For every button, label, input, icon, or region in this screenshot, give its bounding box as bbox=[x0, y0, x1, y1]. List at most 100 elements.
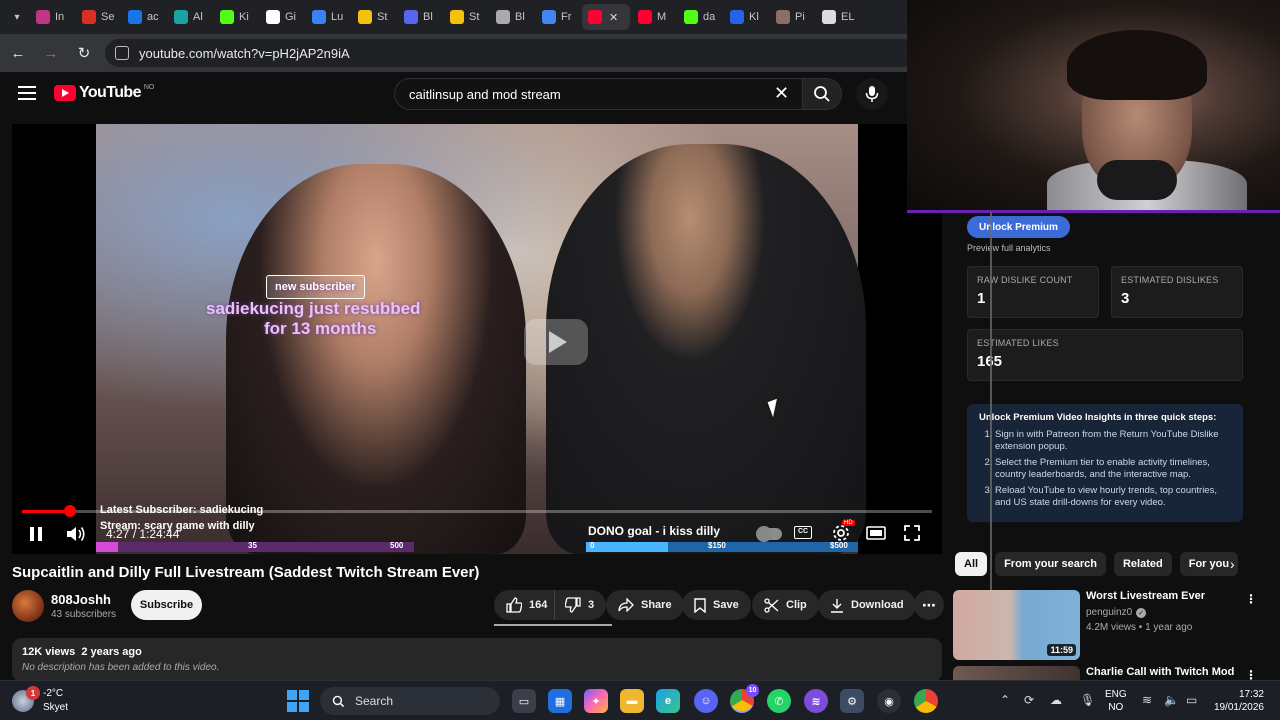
address-bar[interactable]: youtube.com/watch?v=pH2jAP2n9iA bbox=[105, 39, 907, 67]
video-player[interactable]: new subscriber sadiekucing just resubbed… bbox=[12, 124, 942, 554]
raw-dislike-value: 1 bbox=[977, 290, 986, 307]
youtube-logo[interactable]: YouTube NO bbox=[54, 84, 154, 102]
forward-button[interactable]: → bbox=[36, 38, 66, 68]
browser-tab[interactable]: Gi bbox=[260, 4, 304, 30]
instagram-icon bbox=[36, 10, 50, 24]
unlock-premium-button[interactable]: Unlock Premium bbox=[967, 216, 1070, 238]
video-thumbnail[interactable] bbox=[953, 666, 1080, 680]
estimated-dislikes-label: ESTIMATED DISLIKES bbox=[1121, 275, 1219, 285]
mic-icon[interactable]: 🎙 bbox=[1080, 693, 1095, 707]
recommended-title[interactable]: Charlie Call with Twitch Mod bbox=[1086, 666, 1234, 678]
browser-tab[interactable]: M bbox=[632, 4, 676, 30]
menu-icon[interactable] bbox=[18, 86, 36, 100]
search-input[interactable]: caitlinsup and mod stream bbox=[394, 78, 802, 110]
recommended-video[interactable]: Charlie Call with Twitch Mod ⋮ bbox=[953, 666, 1253, 680]
messenger-icon[interactable]: ≋ bbox=[804, 689, 828, 713]
chevron-right-icon[interactable]: › bbox=[1230, 556, 1235, 572]
browser-tab[interactable]: Lu bbox=[306, 4, 350, 30]
preview-analytics-label: Preview full analytics bbox=[967, 243, 1051, 253]
browser-tab[interactable]: Al bbox=[168, 4, 212, 30]
file-explorer-icon[interactable]: ▬ bbox=[620, 689, 644, 713]
browser-tab[interactable]: Pi bbox=[770, 4, 814, 30]
subscribe-button[interactable]: Subscribe bbox=[131, 590, 202, 620]
browser-tab[interactable]: ac bbox=[122, 4, 166, 30]
browser-tab[interactable]: Ki bbox=[214, 4, 258, 30]
chrome-icon[interactable]: 10 bbox=[730, 684, 759, 713]
chevron-up-icon[interactable]: ⌃ bbox=[1000, 693, 1010, 707]
clear-search-icon[interactable]: ✕ bbox=[774, 84, 789, 102]
save-button[interactable]: Save bbox=[682, 590, 751, 620]
pause-icon[interactable] bbox=[30, 527, 42, 541]
download-button[interactable]: Download bbox=[818, 590, 916, 620]
autoplay-toggle[interactable] bbox=[756, 526, 782, 542]
more-vert-icon[interactable]: ⋮ bbox=[1245, 592, 1257, 606]
more-actions-button[interactable]: ⋯ bbox=[914, 590, 944, 620]
taskbar-search-label: Search bbox=[355, 694, 394, 708]
channel-avatar[interactable] bbox=[12, 590, 44, 622]
dislike-button[interactable]: 3 bbox=[554, 590, 607, 620]
share-button[interactable]: Share bbox=[606, 590, 684, 620]
back-button[interactable]: ← bbox=[3, 38, 33, 68]
wifi-icon[interactable]: ≋ bbox=[1142, 693, 1152, 707]
clip-button[interactable]: Clip bbox=[752, 590, 819, 620]
more-vert-icon[interactable]: ⋮ bbox=[1245, 668, 1253, 680]
seek-bar[interactable] bbox=[22, 505, 932, 517]
estimated-likes-value: 165 bbox=[977, 353, 1233, 370]
recommended-video[interactable]: 11:59 Worst Livestream Ever penguinz0 ✓ … bbox=[953, 590, 1257, 662]
browser-tab[interactable]: ✕ bbox=[582, 4, 630, 30]
browser-tab[interactable]: da bbox=[678, 4, 722, 30]
browser-tab-label: St bbox=[469, 11, 480, 23]
voice-search-button[interactable] bbox=[856, 78, 888, 110]
recommended-title[interactable]: Worst Livestream Ever bbox=[1086, 590, 1205, 602]
settings-gear-icon[interactable]: ⚙ bbox=[840, 689, 864, 713]
system-clock[interactable]: 17:32 19/01/2026 bbox=[1212, 688, 1264, 714]
chip-related[interactable]: Related bbox=[1113, 552, 1172, 576]
site-info-icon[interactable] bbox=[115, 46, 129, 60]
browser-tab[interactable]: Bl bbox=[398, 4, 442, 30]
battery-icon[interactable]: ▭ bbox=[1186, 693, 1197, 707]
browser-tab[interactable]: EL bbox=[816, 4, 860, 30]
settings-gear-icon[interactable] bbox=[832, 524, 850, 542]
taskbar-search[interactable]: Search bbox=[320, 687, 500, 715]
chip-all[interactable]: All bbox=[955, 552, 988, 576]
chrome-profile-icon[interactable] bbox=[914, 689, 938, 713]
speaker-icon[interactable]: 🔈 bbox=[1164, 693, 1179, 707]
recommended-channel[interactable]: penguinz0 ✓ bbox=[1086, 607, 1147, 618]
tab-search-button[interactable]: ▾ bbox=[6, 6, 28, 28]
browser-tab[interactable]: Kl bbox=[724, 4, 768, 30]
description-box[interactable]: 12K views 2 years ago No description has… bbox=[12, 638, 942, 682]
copilot-icon[interactable]: ✦ bbox=[584, 689, 608, 713]
like-button[interactable]: 164 bbox=[494, 590, 558, 620]
new-subscriber-label: new subscriber bbox=[266, 275, 365, 299]
captions-button[interactable]: CC bbox=[794, 526, 812, 539]
language-indicator[interactable]: ENG NO bbox=[1105, 688, 1127, 714]
browser-tab[interactable]: Bl bbox=[490, 4, 534, 30]
chip-from-your-search[interactable]: From your search bbox=[995, 552, 1106, 576]
obs-icon[interactable]: ◉ bbox=[877, 689, 901, 713]
discord-icon[interactable]: ☺ bbox=[694, 689, 718, 713]
miniplayer-icon[interactable] bbox=[866, 526, 886, 540]
browser-tab[interactable]: Fr bbox=[536, 4, 580, 30]
sync-icon[interactable]: ⟳ bbox=[1024, 693, 1034, 707]
reload-button[interactable]: ↻ bbox=[69, 38, 99, 68]
weather-widget[interactable]: 1 -2°C Skyet bbox=[12, 686, 102, 716]
fullscreen-icon[interactable] bbox=[904, 525, 920, 541]
close-tab-icon[interactable]: ✕ bbox=[609, 11, 618, 24]
browser-tab[interactable]: St bbox=[352, 4, 396, 30]
video-thumbnail[interactable]: 11:59 bbox=[953, 590, 1080, 660]
store-icon[interactable]: ▦ bbox=[548, 689, 572, 713]
seek-handle[interactable] bbox=[64, 505, 77, 517]
browser-tab[interactable]: In bbox=[30, 4, 74, 30]
edge-icon[interactable]: e bbox=[656, 689, 680, 713]
windows-start-icon[interactable] bbox=[287, 690, 309, 712]
search-button[interactable] bbox=[802, 78, 842, 110]
task-view-icon[interactable]: ▭ bbox=[512, 689, 536, 713]
volume-icon[interactable] bbox=[66, 526, 86, 542]
whatsapp-icon[interactable]: ✆ bbox=[767, 689, 791, 713]
channel-name[interactable]: 808Joshh bbox=[51, 592, 111, 607]
browser-tab[interactable]: St bbox=[444, 4, 488, 30]
kick-icon bbox=[220, 10, 234, 24]
browser-tab[interactable]: Se bbox=[76, 4, 120, 30]
kick-icon bbox=[684, 10, 698, 24]
cloud-icon[interactable]: ☁ bbox=[1050, 693, 1062, 707]
